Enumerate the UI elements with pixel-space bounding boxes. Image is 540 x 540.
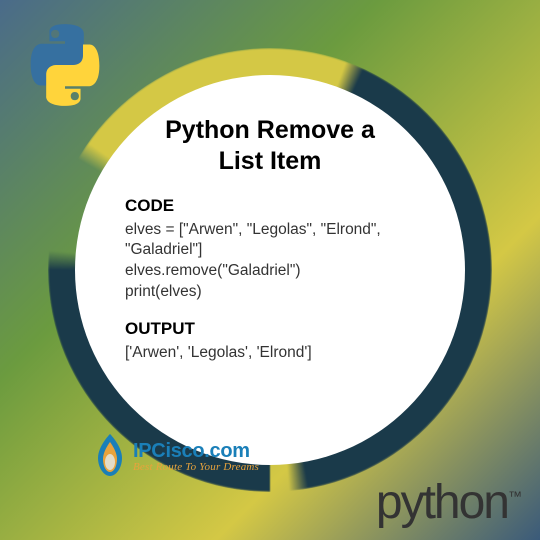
white-content-area: Python Remove a List Item CODE elves = [… (75, 75, 465, 465)
output-content: ['Arwen', 'Legolas', 'Elrond'] (125, 343, 425, 364)
code-content: elves = ["Arwen", "Legolas", "Elrond", "… (125, 220, 425, 304)
output-section-label: OUTPUT (125, 319, 425, 339)
ipcisco-tagline: Best Route To Your Dreams (133, 461, 259, 473)
python-word: python (376, 476, 508, 529)
trademark-symbol: ™ (508, 488, 520, 504)
page-title: Python Remove a List Item (115, 115, 425, 178)
ipcisco-text-block: IPCisco.com Best Route To Your Dreams (133, 440, 259, 473)
title-line-1: Python Remove a (165, 116, 375, 144)
ipcisco-brand-name: IPCisco.com (133, 440, 259, 463)
content-circle: Python Remove a List Item CODE elves = [… (60, 60, 480, 480)
flame-icon (90, 432, 130, 480)
ipcisco-logo: IPCisco.com Best Route To Your Dreams (90, 432, 259, 480)
code-section-label: CODE (125, 196, 425, 216)
title-line-2: List Item (219, 147, 322, 175)
python-brand-text: python™ (376, 475, 520, 530)
